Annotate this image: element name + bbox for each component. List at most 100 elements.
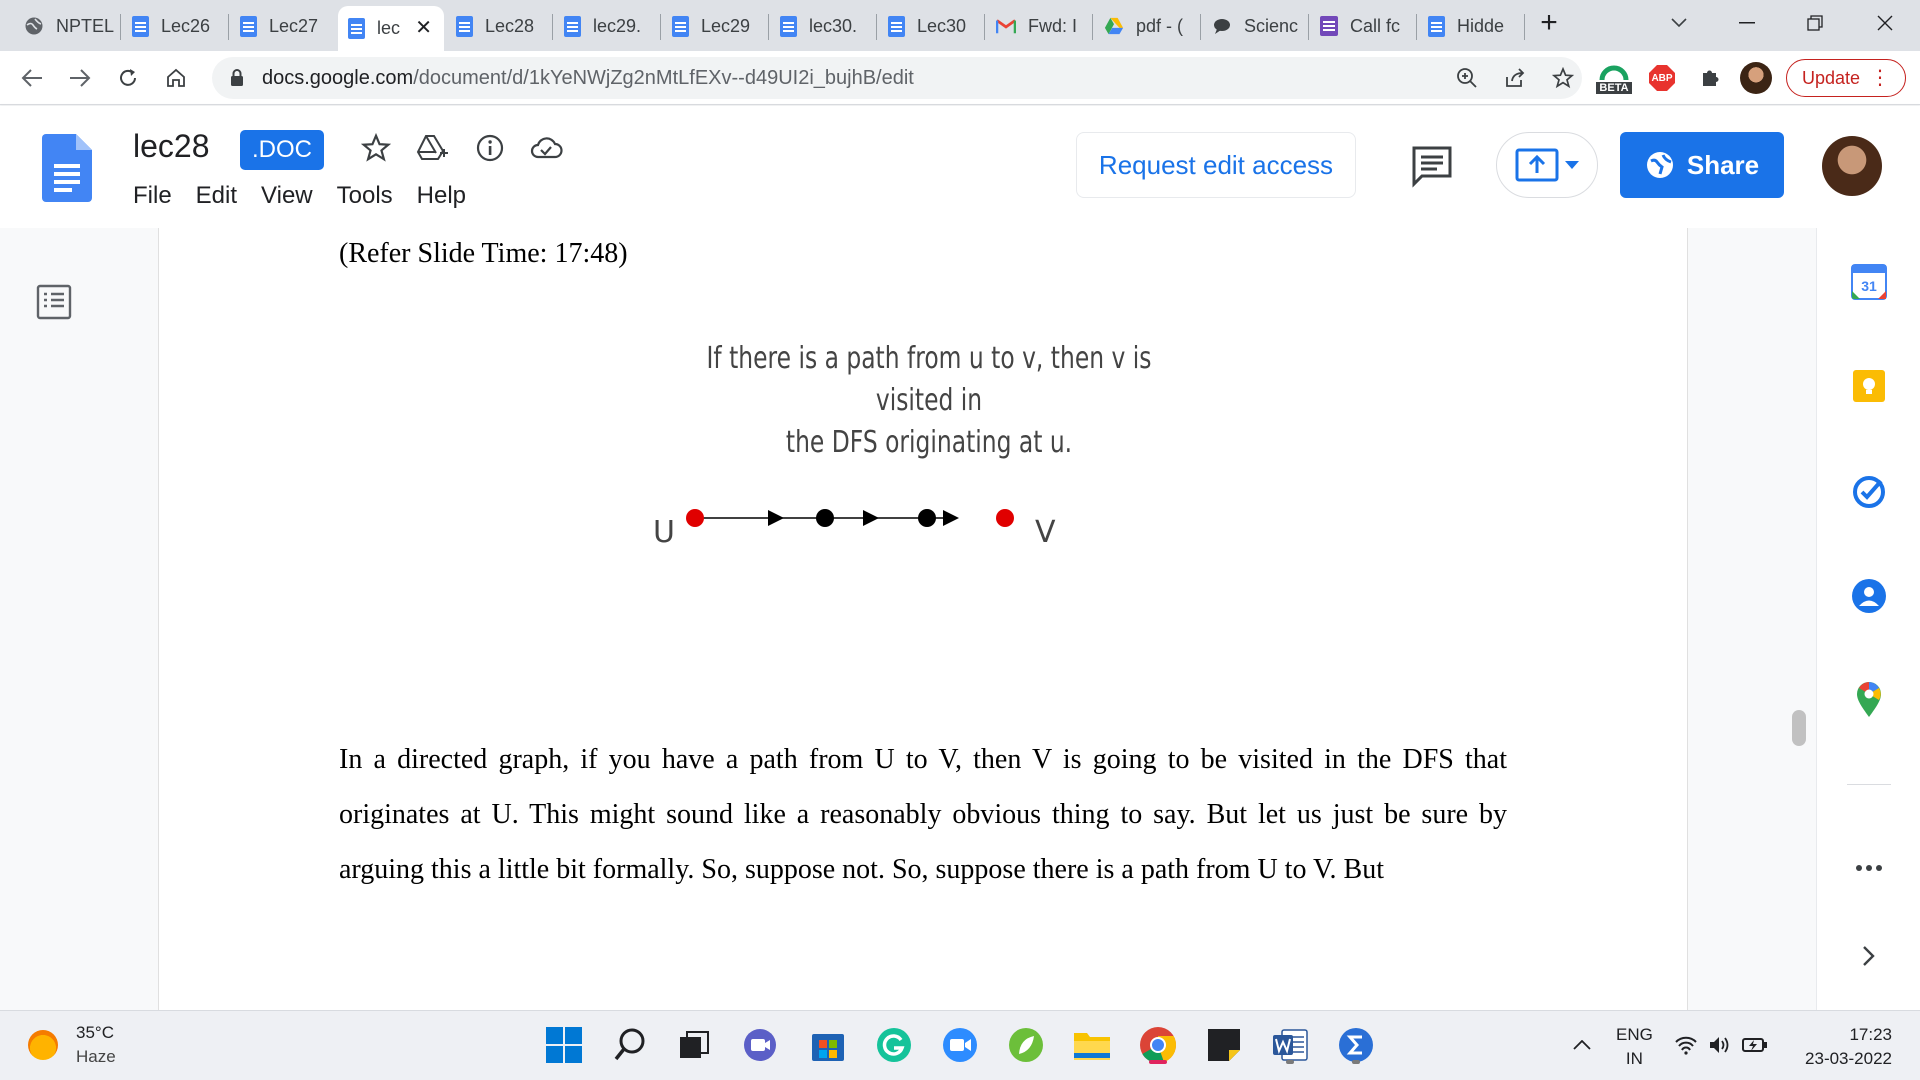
region-code: IN <box>1625 1049 1643 1068</box>
chat-bubble-icon <box>1212 16 1232 36</box>
zoom-meetings-icon[interactable] <box>938 1023 982 1067</box>
tab-lec29[interactable]: Lec29 <box>662 7 766 45</box>
tab-lec28[interactable]: Lec28 <box>446 7 550 45</box>
tab-lec30[interactable]: Lec30 <box>878 7 982 45</box>
more-icon[interactable] <box>1849 848 1889 888</box>
menu-file[interactable]: File <box>133 182 172 210</box>
word-icon[interactable] <box>1268 1023 1312 1067</box>
menu-view[interactable]: View <box>261 182 313 210</box>
document-page[interactable]: (Refer Slide Time: 17:48) If there is a … <box>158 228 1688 1010</box>
tab-lec28-active[interactable]: lec ✕ <box>338 6 444 51</box>
tab-lec29-dot[interactable]: lec29. <box>554 7 658 45</box>
tab-hidden[interactable]: Hidde <box>1418 7 1522 45</box>
tab-lec27[interactable]: Lec27 <box>230 7 334 45</box>
weather-widget[interactable]: 35°C Haze <box>28 1021 116 1069</box>
menu-edit[interactable]: Edit <box>196 182 237 210</box>
edge-arrow <box>768 510 784 526</box>
notes-leaf-icon[interactable] <box>1004 1023 1048 1067</box>
close-window-icon[interactable] <box>1862 8 1908 38</box>
info-icon[interactable] <box>472 130 508 166</box>
chrome-icon[interactable] <box>1136 1023 1180 1067</box>
tab-call-for[interactable]: Call fc <box>1310 7 1414 45</box>
new-tab-plus-icon[interactable]: + <box>1526 6 1572 39</box>
calendar-day: 31 <box>1861 278 1877 294</box>
google-docs-logo-icon[interactable] <box>42 134 92 202</box>
share-page-icon[interactable] <box>1504 67 1526 94</box>
windows-start-icon[interactable] <box>542 1023 586 1067</box>
abp-label: ABP <box>1651 72 1673 84</box>
tab-lec26[interactable]: Lec26 <box>122 7 226 45</box>
slide-image: If there is a path from u to v, then v i… <box>599 338 1259 678</box>
microsoft-store-icon[interactable] <box>806 1023 850 1067</box>
expand-panel-chevron-icon[interactable] <box>1849 936 1889 976</box>
scrollbar-thumb[interactable] <box>1792 710 1806 746</box>
present-icon <box>1515 148 1559 182</box>
tab-nptel[interactable]: NPTEL <box>14 7 118 45</box>
document-outline-icon[interactable] <box>36 284 72 320</box>
tab-title: Lec30 <box>917 15 967 36</box>
contacts-icon[interactable] <box>1849 576 1889 616</box>
system-tray-status[interactable] <box>1672 1023 1770 1067</box>
restore-icon[interactable] <box>1792 8 1838 38</box>
maps-icon[interactable] <box>1849 680 1889 720</box>
volume-icon <box>1710 1037 1729 1053</box>
present-button[interactable] <box>1496 132 1598 198</box>
address-bar[interactable]: docs.google.com/document/d/1kYeNWjZg2nMt… <box>212 57 1582 99</box>
body-paragraph: In a directed graph, if you have a path … <box>339 744 1507 885</box>
tab-science[interactable]: Scienc <box>1202 7 1306 45</box>
show-hidden-icons-chevron-icon[interactable] <box>1562 1023 1602 1067</box>
reload-icon[interactable] <box>112 62 144 94</box>
tab-separator <box>768 14 769 40</box>
label-u: U <box>653 515 675 550</box>
tab-title: lec <box>377 18 401 38</box>
grammarly-icon[interactable] <box>872 1023 916 1067</box>
task-view-icon[interactable] <box>672 1023 716 1067</box>
document-title[interactable]: lec28 <box>133 128 210 165</box>
keep-icon[interactable] <box>1849 366 1889 406</box>
file-explorer-icon[interactable] <box>1070 1023 1114 1067</box>
tab-separator <box>1092 14 1093 40</box>
account-avatar[interactable] <box>1822 136 1882 196</box>
tab-lec30-dot[interactable]: lec30. <box>770 7 874 45</box>
request-edit-access-button[interactable]: Request edit access <box>1076 132 1356 198</box>
menu-tools[interactable]: Tools <box>337 182 393 210</box>
tab-search-chevron-icon[interactable] <box>1656 8 1702 38</box>
profile-avatar[interactable] <box>1740 62 1772 94</box>
wifi-icon <box>1675 1036 1697 1055</box>
teams-chat-icon[interactable] <box>738 1023 782 1067</box>
share-button[interactable]: Share <box>1620 132 1784 198</box>
home-icon[interactable] <box>160 62 192 94</box>
star-icon[interactable] <box>358 130 394 166</box>
comment-history-icon[interactable] <box>1410 144 1454 188</box>
close-tab-icon[interactable]: ✕ <box>415 15 432 40</box>
beta-extension-icon[interactable]: BETA <box>1594 59 1634 99</box>
calendar-icon[interactable]: 31 <box>1849 262 1889 302</box>
lock-icon[interactable] <box>230 69 244 92</box>
update-button[interactable]: Update ⋮ <box>1786 59 1906 97</box>
clock[interactable]: 17:23 23-03-2022 <box>1792 1023 1892 1071</box>
panel-divider <box>1847 784 1891 785</box>
zoom-icon[interactable] <box>1456 67 1478 94</box>
input-language-indicator[interactable]: ENG IN <box>1616 1023 1653 1071</box>
menu-help[interactable]: Help <box>417 182 466 210</box>
url-host: docs.google.com <box>262 66 414 89</box>
docs-icon <box>780 15 797 37</box>
add-to-drive-icon[interactable] <box>414 130 450 166</box>
bookmark-star-icon[interactable] <box>1551 66 1575 94</box>
math-sigma-icon[interactable] <box>1334 1023 1378 1067</box>
tab-drive-pdf[interactable]: pdf - ( <box>1094 7 1198 45</box>
sticky-notes-icon[interactable] <box>1202 1023 1246 1067</box>
tab-title: lec29. <box>593 15 642 36</box>
tasks-icon[interactable] <box>1849 472 1889 512</box>
back-arrow-icon[interactable] <box>16 62 48 94</box>
search-icon[interactable] <box>608 1023 652 1067</box>
cloud-saved-icon[interactable] <box>528 130 564 166</box>
minimize-icon[interactable] <box>1724 8 1770 38</box>
tab-title: pdf - ( <box>1136 15 1184 36</box>
forward-arrow-icon[interactable] <box>64 62 96 94</box>
share-label: Share <box>1686 149 1760 180</box>
extensions-puzzle-icon[interactable] <box>1694 62 1726 94</box>
adblock-plus-icon[interactable]: ABP <box>1646 62 1678 94</box>
tab-gmail-fwd[interactable]: Fwd: I <box>986 7 1090 45</box>
weather-text: 35°C Haze <box>76 1021 116 1069</box>
